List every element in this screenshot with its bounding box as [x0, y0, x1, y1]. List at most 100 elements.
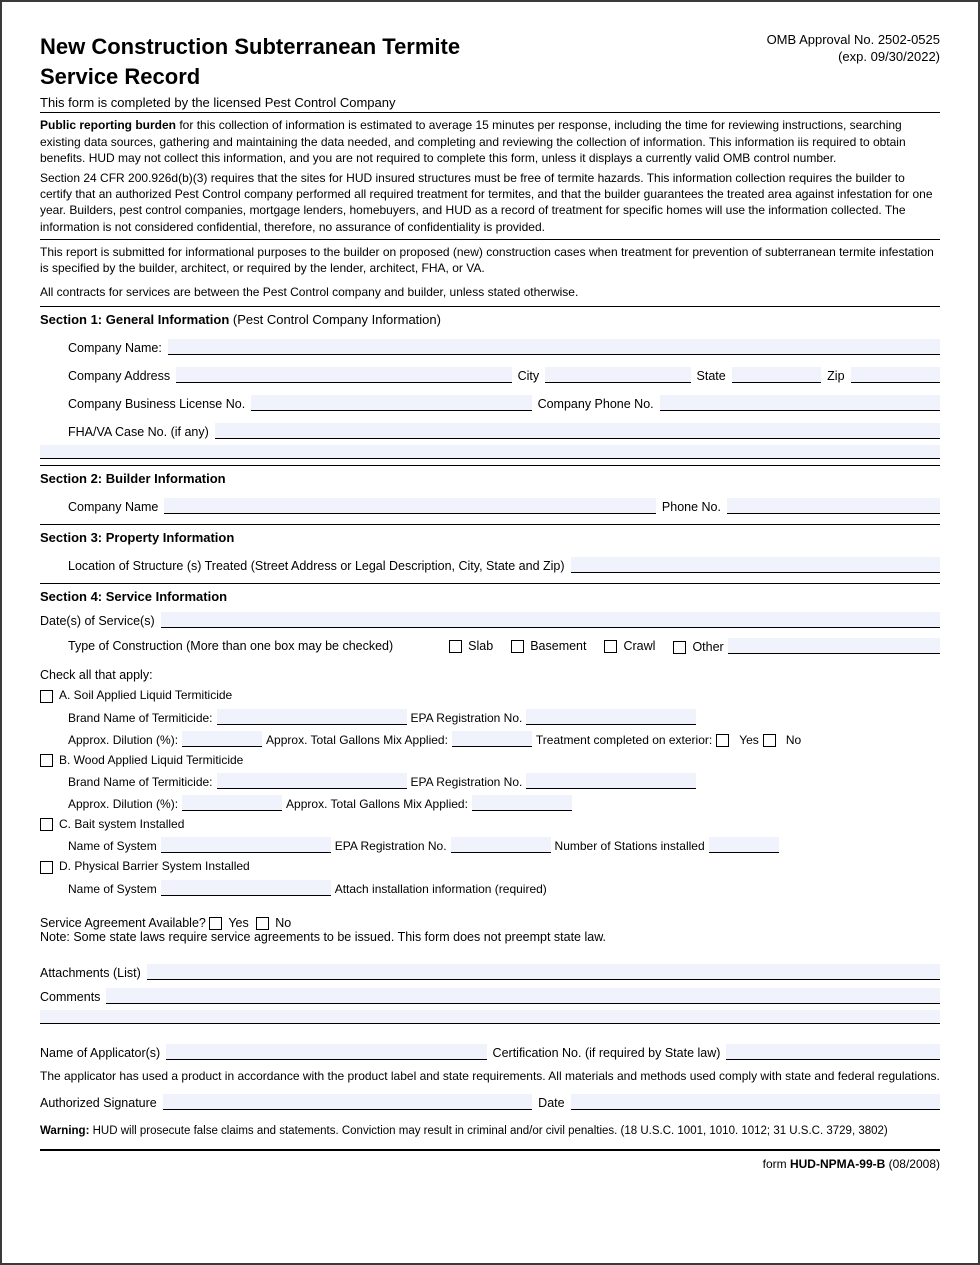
omb-approval: OMB Approval No. 2502-0525 — [767, 32, 940, 47]
city-input[interactable] — [545, 367, 690, 383]
title-line2: Service Record — [40, 64, 200, 89]
a-epa-input[interactable] — [526, 709, 696, 725]
s1-title: Section 1: General Information — [40, 312, 229, 327]
c-epa-input[interactable] — [451, 837, 551, 853]
signature-row: Authorized Signature Date — [40, 1094, 940, 1110]
slab-checkbox[interactable] — [449, 640, 462, 653]
license-label: Company Business License No. — [68, 397, 245, 411]
footer-date: (08/2008) — [885, 1157, 940, 1171]
d-system-input[interactable] — [161, 880, 331, 896]
a-yes-checkbox[interactable] — [716, 734, 729, 747]
warning-row: Warning: HUD will prosecute false claims… — [40, 1124, 940, 1140]
cfr-paragraph: Section 24 CFR 200.926d(b)(3) requires t… — [40, 170, 940, 235]
zip-label: Zip — [827, 369, 844, 383]
s1-address-row: Company Address City State Zip — [68, 367, 940, 383]
signature-label: Authorized Signature — [40, 1096, 157, 1110]
b-dilution-row: Approx. Dilution (%): Approx. Total Gall… — [68, 795, 940, 811]
a-gallons-input[interactable] — [452, 731, 532, 747]
contracts-paragraph: All contracts for services are between t… — [40, 284, 940, 300]
date-label: Date — [538, 1096, 564, 1110]
b-gallons-input[interactable] — [472, 795, 572, 811]
a-exterior-label: Treatment completed on exterior: — [536, 733, 712, 747]
svc-agreement-label: Service Agreement Available? — [40, 916, 206, 930]
s2-company-label: Company Name — [68, 500, 158, 514]
comments-row: Comments — [40, 988, 940, 1004]
svc-no-checkbox[interactable] — [256, 917, 269, 930]
a-epa-label: EPA Registration No. — [411, 711, 523, 725]
slab-label: Slab — [468, 639, 493, 653]
form-title: New Construction Subterranean Termite Se… — [40, 32, 460, 91]
attachments-row: Attachments (List) — [40, 964, 940, 980]
comments-line2[interactable] — [40, 1010, 940, 1024]
applicator-label: Name of Applicator(s) — [40, 1046, 160, 1060]
type-label: Type of Construction (More than one box … — [68, 639, 393, 653]
c-system-label: Name of System — [68, 839, 157, 853]
a-dilution-label: Approx. Dilution (%): — [68, 733, 178, 747]
license-input[interactable] — [251, 395, 531, 411]
s1-license-row: Company Business License No. Company Pho… — [68, 395, 940, 411]
dates-input[interactable] — [161, 612, 940, 628]
d-checkbox[interactable] — [40, 861, 53, 874]
basement-label: Basement — [530, 639, 586, 653]
header: New Construction Subterranean Termite Se… — [40, 32, 940, 91]
b-checkbox[interactable] — [40, 754, 53, 767]
company-address-input[interactable] — [176, 367, 511, 383]
a-brand-label: Brand Name of Termiticide: — [68, 711, 213, 725]
s2-phone-input[interactable] — [727, 498, 940, 514]
b-dilution-input[interactable] — [182, 795, 282, 811]
s3-location-input[interactable] — [571, 557, 940, 573]
signature-input[interactable] — [163, 1094, 532, 1110]
crawl-checkbox[interactable] — [604, 640, 617, 653]
c-stations-input[interactable] — [709, 837, 779, 853]
omb-block: OMB Approval No. 2502-0525 (exp. 09/30/2… — [767, 32, 940, 66]
city-label: City — [518, 369, 540, 383]
section1-head: Section 1: General Information (Pest Con… — [40, 306, 940, 327]
applicator-input[interactable] — [166, 1044, 486, 1060]
basement-checkbox[interactable] — [511, 640, 524, 653]
d-system-row: Name of System Attach installation infor… — [68, 880, 940, 896]
svc-note: Note: Some state laws require service ag… — [40, 930, 940, 944]
a-no-checkbox[interactable] — [763, 734, 776, 747]
svc-agreement-row: Service Agreement Available? Yes No — [40, 916, 940, 930]
company-name-input[interactable] — [168, 339, 940, 355]
footer: form HUD-NPMA-99-B (08/2008) — [40, 1157, 940, 1171]
construction-type-row: Type of Construction (More than one box … — [68, 638, 940, 654]
b-epa-label: EPA Registration No. — [411, 775, 523, 789]
state-input[interactable] — [732, 367, 821, 383]
a-brand-input[interactable] — [217, 709, 407, 725]
b-brand-input[interactable] — [217, 773, 407, 789]
c-checkbox[interactable] — [40, 818, 53, 831]
b-brand-row: Brand Name of Termiticide: EPA Registrat… — [68, 773, 940, 789]
fhava-input[interactable] — [215, 423, 940, 439]
comments-label: Comments — [40, 990, 100, 1004]
svc-yes: Yes — [228, 916, 248, 930]
option-a-row: A. Soil Applied Liquid Termiticide — [40, 688, 940, 702]
svc-yes-checkbox[interactable] — [209, 917, 222, 930]
s1-extra-line[interactable] — [40, 445, 940, 459]
phone-input[interactable] — [660, 395, 940, 411]
other-checkbox[interactable] — [673, 641, 686, 654]
other-input[interactable] — [728, 638, 940, 654]
comments-input[interactable] — [106, 988, 940, 1004]
company-name-label: Company Name: — [68, 341, 162, 355]
s2-company-input[interactable] — [164, 498, 656, 514]
zip-input[interactable] — [851, 367, 940, 383]
option-d-row: D. Physical Barrier System Installed — [40, 859, 940, 873]
s2-phone-label: Phone No. — [662, 500, 721, 514]
a-yes: Yes — [739, 733, 759, 747]
crawl-label: Crawl — [623, 639, 655, 653]
a-checkbox[interactable] — [40, 690, 53, 703]
c-system-input[interactable] — [161, 837, 331, 853]
other-label: Other — [692, 640, 723, 654]
b-gallons-label: Approx. Total Gallons Mix Applied: — [286, 797, 468, 811]
check-all-label: Check all that apply: — [40, 668, 940, 682]
attachments-input[interactable] — [147, 964, 940, 980]
section3-head: Section 3: Property Information — [40, 524, 940, 545]
b-epa-input[interactable] — [526, 773, 696, 789]
warning-text: HUD will prosecute false claims and stat… — [89, 1125, 887, 1137]
cert-input[interactable] — [726, 1044, 940, 1060]
a-dilution-input[interactable] — [182, 731, 262, 747]
c-system-row: Name of System EPA Registration No. Numb… — [68, 837, 940, 853]
attachments-label: Attachments (List) — [40, 966, 141, 980]
date-input[interactable] — [571, 1094, 940, 1110]
